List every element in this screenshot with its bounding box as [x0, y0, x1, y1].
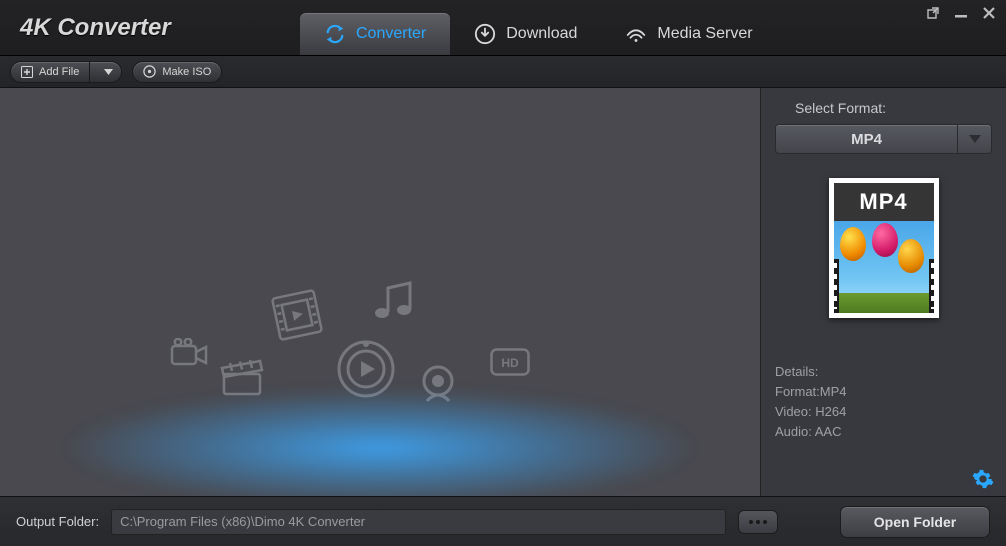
- sidebar: Select Format: MP4 MP4: [761, 88, 1006, 496]
- svg-text:HD: HD: [501, 356, 519, 370]
- add-file-button[interactable]: Add File: [10, 61, 122, 83]
- tab-download[interactable]: Download: [450, 13, 601, 55]
- format-select-value: MP4: [776, 131, 957, 148]
- output-folder-label: Output Folder:: [16, 514, 99, 529]
- tab-media-server[interactable]: Media Server: [601, 13, 776, 55]
- main-tabs: Converter Download Media Server: [300, 0, 777, 55]
- close-icon[interactable]: [982, 6, 996, 20]
- download-icon: [474, 23, 496, 45]
- make-iso-label: Make ISO: [162, 66, 211, 78]
- details-heading: Details:: [775, 362, 992, 382]
- add-file-dropdown[interactable]: [96, 62, 121, 82]
- detail-audio: Audio: AAC: [775, 422, 992, 442]
- open-folder-button[interactable]: Open Folder: [840, 506, 990, 538]
- format-thumb-label: MP4: [834, 183, 934, 221]
- detail-video: Video: H264: [775, 402, 992, 422]
- output-folder-input[interactable]: [111, 509, 726, 535]
- select-format-label: Select Format:: [795, 100, 992, 116]
- format-details: Details: Format:MP4 Video: H264 Audio: A…: [775, 362, 992, 442]
- disc-icon: [143, 65, 156, 78]
- footer: Output Folder: Open Folder: [0, 496, 1006, 546]
- tab-label: Download: [506, 25, 577, 43]
- stage-empty-area[interactable]: HD: [0, 88, 761, 496]
- media-server-icon: [625, 23, 647, 45]
- app-title: 4K Converter: [20, 14, 300, 42]
- format-thumbnail: MP4: [775, 178, 992, 318]
- format-select[interactable]: MP4: [775, 124, 992, 154]
- gear-icon[interactable]: [972, 468, 994, 490]
- camera-icon: [170, 338, 212, 374]
- toolbar: Add File Make ISO: [0, 56, 1006, 88]
- add-file-icon: [21, 66, 33, 78]
- format-thumb-image: [834, 221, 934, 313]
- glow-effect: [60, 388, 700, 496]
- detail-format: Format:MP4: [775, 382, 992, 402]
- music-icon: [370, 278, 418, 326]
- film-icon: [270, 288, 324, 342]
- make-iso-button[interactable]: Make ISO: [132, 61, 222, 83]
- browse-button[interactable]: [738, 510, 778, 534]
- tab-converter[interactable]: Converter: [300, 13, 450, 55]
- tab-label: Converter: [356, 25, 426, 43]
- titlebar: 4K Converter Converter Download Media Se…: [0, 0, 1006, 56]
- minimize-icon[interactable]: [954, 6, 968, 20]
- converter-icon: [324, 23, 346, 45]
- tab-label: Media Server: [657, 25, 752, 43]
- chevron-down-icon: [957, 125, 991, 153]
- body: HD Select Format: MP4 MP4: [0, 88, 1006, 496]
- add-file-label: Add File: [39, 66, 79, 78]
- hd-icon: HD: [490, 348, 530, 376]
- popout-icon[interactable]: [926, 6, 940, 20]
- window-controls: [926, 0, 996, 20]
